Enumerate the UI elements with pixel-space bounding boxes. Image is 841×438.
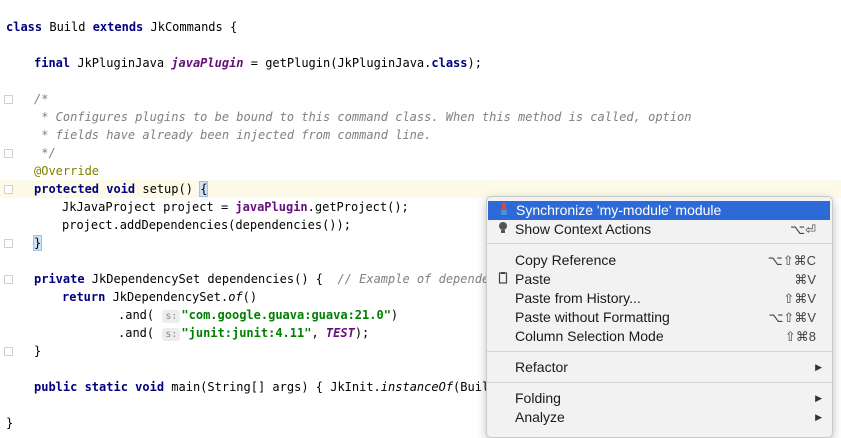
code-line-deps: private JkDependencySet dependencies() {… [34,272,497,286]
fold-marker[interactable] [4,239,13,248]
fold-marker[interactable] [4,347,13,356]
code-comment-line: * Configures plugins to be bound to this… [34,110,692,124]
code-line-return: return JkDependencySet.of() [62,290,258,304]
code-line-field: final JkPluginJava javaPlugin = getPlugi… [34,56,482,70]
fold-marker[interactable] [4,149,13,158]
menu-item-refactor[interactable]: Refactor ▶ [487,358,832,377]
code-annotation: @Override [34,164,100,178]
code-class-close: } [6,416,14,430]
code-line-and: .and( s: "junit:junit:4.11", TEST); [118,326,370,341]
code-line-class: class Build extends JkCommands { [6,20,238,34]
menu-separator [487,243,832,244]
menu-item-paste-without-formatting[interactable]: Paste without Formatting ⌥⇧⌘V [487,308,832,327]
code-comment-line: /* [34,92,49,106]
code-line-main: public static void main(String[] args) {… [34,380,504,394]
menu-item-copy-reference[interactable]: Copy Reference ⌥⇧⌘C [487,251,832,270]
fold-marker[interactable] [4,185,13,194]
code-line-setup-body: JkJavaProject project = javaPlugin.getPr… [62,200,409,214]
menu-separator [487,351,832,352]
menu-separator [487,382,832,383]
submenu-arrow-icon: ▶ [815,393,822,403]
menu-item-column-selection-mode[interactable]: Column Selection Mode ⇧⌘8 [487,327,832,346]
fold-marker[interactable] [4,95,13,104]
menu-item-folding[interactable]: Folding ▶ [487,389,832,408]
submenu-arrow-icon: ▶ [815,412,822,422]
code-line-and: .and( s: "com.google.guava:guava:21.0") [118,308,399,323]
menu-item-show-context-actions[interactable]: Show Context Actions ⌥⏎ [487,220,832,239]
menu-item-analyze[interactable]: Analyze ▶ [487,408,832,427]
menu-item-paste[interactable]: Paste ⌘V [487,270,832,289]
context-menu: Synchronize 'my-module' module Show Cont… [486,196,833,438]
menu-item-synchronize-module[interactable]: Synchronize 'my-module' module [488,201,830,220]
code-comment-line: */ [34,146,56,160]
fold-marker[interactable] [4,275,13,284]
code-line-setup: protected void setup() { [34,181,209,197]
parameter-hint: s: [162,310,181,323]
code-closing-brace: } [34,344,42,358]
lightbulb-icon [496,220,510,242]
menu-item-paste-from-history[interactable]: Paste from History... ⇧⌘V [487,289,832,308]
submenu-arrow-icon: ▶ [815,362,822,372]
code-line-setup-body: project.addDependencies(dependencies()); [62,218,351,232]
code-closing-brace: } [32,235,43,251]
parameter-hint: s: [162,328,181,341]
code-comment-line: * fields have already been injected from… [34,128,432,142]
